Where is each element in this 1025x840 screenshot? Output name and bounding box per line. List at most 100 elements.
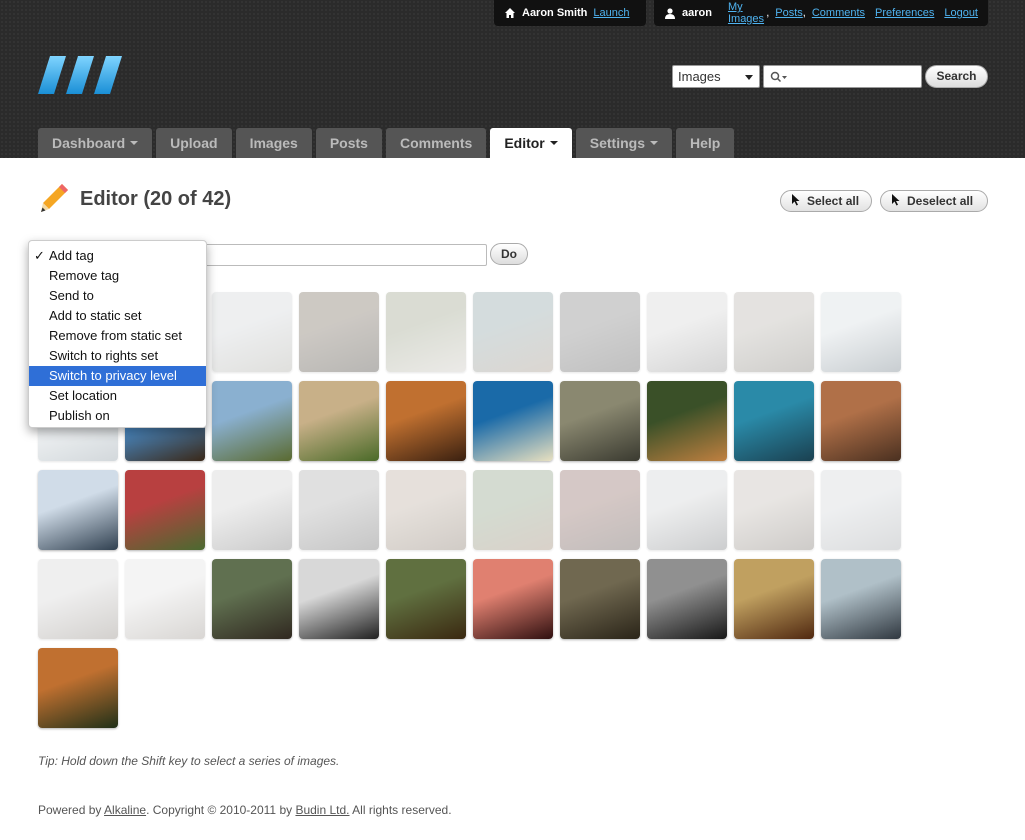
separator: ,	[802, 7, 806, 19]
image-thumbnail[interactable]	[734, 470, 814, 550]
site-user-name: Aaron Smith	[522, 7, 588, 19]
image-thumbnail[interactable]	[734, 559, 814, 639]
tab-label: Dashboard	[52, 134, 126, 151]
menu-item-add-tag[interactable]: ✓ Add tag	[29, 246, 206, 266]
image-thumbnail[interactable]	[212, 381, 292, 461]
image-thumbnail[interactable]	[473, 470, 553, 550]
image-thumbnail[interactable]	[821, 559, 901, 639]
action-dropdown-menu: ✓ Add tag Remove tag Send to Add to static s…	[28, 240, 207, 428]
image-thumbnail[interactable]	[125, 559, 205, 639]
tab-label: Editor	[504, 134, 545, 151]
search-icon	[770, 71, 788, 86]
image-thumbnail[interactable]	[560, 292, 640, 372]
menu-item-publish-on[interactable]: Publish on	[29, 406, 206, 426]
home-icon	[504, 7, 516, 19]
logout-link[interactable]: Logout	[944, 7, 978, 19]
menu-item-label: Publish on	[49, 408, 110, 423]
budin-link[interactable]: Budin Ltd.	[295, 803, 349, 817]
alkaline-link[interactable]: Alkaline	[104, 803, 146, 817]
tab-label: Help	[690, 134, 721, 151]
menu-item-label: Send to	[49, 288, 94, 303]
header: Aaron Smith Launch aaron My Images, Post…	[0, 0, 1025, 158]
tab-label: Images	[249, 134, 298, 151]
menu-item-remove-tag[interactable]: Remove tag	[29, 266, 206, 286]
image-thumbnail[interactable]	[560, 381, 640, 461]
image-thumbnail[interactable]	[299, 381, 379, 461]
menu-item-switch-to-privacy-level[interactable]: Switch to privacy level	[29, 366, 206, 386]
image-thumbnail[interactable]	[647, 470, 727, 550]
tab-label: Upload	[170, 134, 218, 151]
image-thumbnail[interactable]	[38, 470, 118, 550]
image-thumbnail[interactable]	[473, 292, 553, 372]
menu-item-remove-from-static-set[interactable]: Remove from static set	[29, 326, 206, 346]
tab-images[interactable]: Images	[235, 128, 312, 158]
search-scope-select[interactable]: Images	[672, 65, 760, 88]
image-thumbnail[interactable]	[299, 292, 379, 372]
menu-item-add-to-static-set[interactable]: Add to static set	[29, 306, 206, 326]
menu-item-switch-to-rights-set[interactable]: Switch to rights set	[29, 346, 206, 366]
select-all-label: Select all	[807, 194, 860, 208]
footer-text: . Copyright © 2010-2011 by	[146, 803, 296, 817]
user-bar: aaron My Images, Posts, Comments Prefere…	[654, 0, 988, 26]
image-thumbnail[interactable]	[560, 470, 640, 550]
select-all-button[interactable]: Select all	[780, 190, 872, 212]
search-button[interactable]: Search	[925, 65, 988, 88]
comments-link[interactable]: Comments	[812, 7, 865, 19]
image-thumbnail[interactable]	[821, 470, 901, 550]
image-thumbnail[interactable]	[473, 559, 553, 639]
image-thumbnail[interactable]	[38, 559, 118, 639]
tab-comments[interactable]: Comments	[385, 128, 487, 158]
image-thumbnail[interactable]	[299, 470, 379, 550]
tab-help[interactable]: Help	[676, 128, 735, 158]
deselect-all-button[interactable]: Deselect all	[880, 190, 988, 212]
preferences-link[interactable]: Preferences	[875, 7, 934, 19]
image-thumbnail[interactable]	[734, 381, 814, 461]
tab-upload[interactable]: Upload	[156, 128, 232, 158]
image-thumbnail[interactable]	[212, 470, 292, 550]
search-input[interactable]	[763, 65, 922, 88]
menu-item-label: Remove tag	[49, 268, 120, 283]
caret-down-icon	[650, 141, 658, 145]
image-thumbnail[interactable]	[386, 381, 466, 461]
image-thumbnail[interactable]	[734, 292, 814, 372]
image-thumbnail[interactable]	[473, 381, 553, 461]
image-thumbnail[interactable]	[647, 292, 727, 372]
caret-down-icon	[549, 141, 558, 145]
image-thumbnail[interactable]	[299, 559, 379, 639]
do-button[interactable]: Do	[490, 243, 528, 265]
tab-editor[interactable]: Editor	[490, 128, 572, 158]
image-thumbnail[interactable]	[821, 381, 901, 461]
launch-link[interactable]: Launch	[593, 7, 629, 19]
cursor-icon	[891, 193, 901, 209]
image-thumbnail[interactable]	[125, 470, 205, 550]
menu-item-label: Switch to rights set	[49, 348, 159, 363]
main-nav: Dashboard Upload Images Posts Comments Editor…	[38, 128, 735, 158]
menu-item-label: Add tag	[49, 248, 94, 263]
menu-item-send-to[interactable]: Send to	[29, 286, 206, 306]
image-thumbnail[interactable]	[647, 381, 727, 461]
separator: ,	[766, 7, 770, 19]
image-thumbnail[interactable]	[212, 292, 292, 372]
footer-text: Powered by	[38, 803, 105, 817]
image-thumbnail[interactable]	[560, 559, 640, 639]
footer: Powered by Alkaline. Copyright © 2010-20…	[38, 803, 452, 817]
image-thumbnail[interactable]	[212, 559, 292, 639]
image-thumbnail[interactable]	[386, 559, 466, 639]
tab-posts[interactable]: Posts	[315, 128, 382, 158]
tab-settings[interactable]: Settings	[575, 128, 672, 158]
alkaline-logo[interactable]	[38, 55, 122, 95]
username: aaron	[682, 7, 712, 19]
tab-dashboard[interactable]: Dashboard	[38, 128, 153, 158]
image-thumbnail[interactable]	[386, 292, 466, 372]
action-value-input[interactable]	[205, 244, 487, 266]
image-thumbnail[interactable]	[386, 470, 466, 550]
menu-item-label: Add to static set	[49, 308, 142, 323]
image-thumbnail[interactable]	[821, 292, 901, 372]
my-images-link[interactable]: My Images	[728, 1, 766, 25]
image-thumbnail[interactable]	[647, 559, 727, 639]
menu-item-set-location[interactable]: Set location	[29, 386, 206, 406]
search-scope-value: Images	[678, 69, 721, 84]
page-header: Editor (20 of 42)	[38, 182, 231, 217]
image-thumbnail[interactable]	[38, 648, 118, 728]
posts-link[interactable]: Posts	[775, 7, 803, 19]
